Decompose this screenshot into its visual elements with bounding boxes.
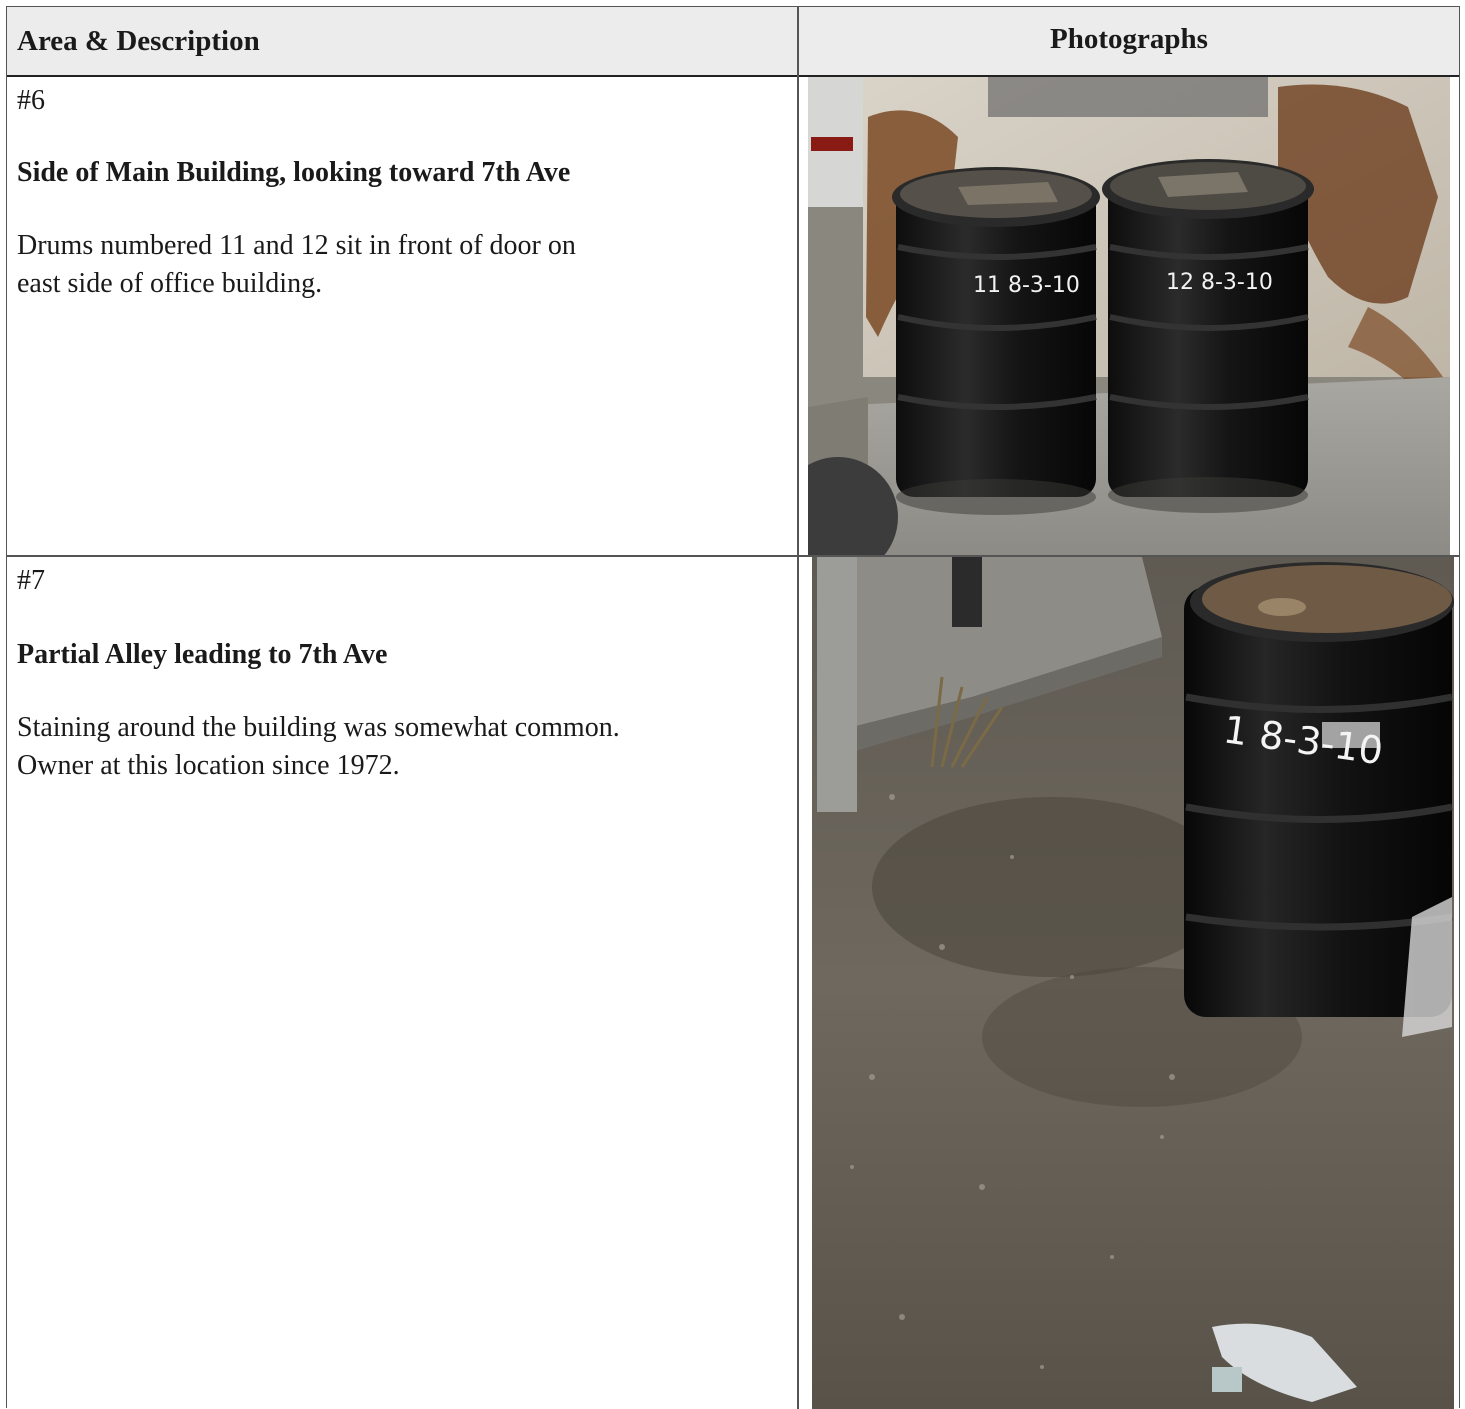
header-photographs: Photographs [1050,23,1208,55]
description-line: Owner at this location since 1972. [17,750,400,781]
row-title: Side of Main Building, looking toward 7t… [17,157,571,188]
header-area-description: Area & Description [17,25,260,57]
photo-drum-1-alley-image: 1 8-3-10 [812,557,1454,1409]
row-description: Drums numbered 11 and 12 sit in front of… [17,227,787,303]
photo-drum-1-alley: 1 8-3-10 [812,557,1454,1409]
photo-drums-11-12: 11 8-3-10 12 8-3-10 [808,77,1450,555]
description-line: Drums numbered 11 and 12 sit in front of… [17,230,576,261]
row-title: Partial Alley leading to 7th Ave [17,639,388,670]
row-number: #6 [17,85,45,116]
row-number: #7 [17,565,45,596]
drum-label-12: 12 8-3-10 [1166,270,1273,295]
photo-drums-11-12-image: 11 8-3-10 12 8-3-10 [808,77,1450,555]
drum-label-11: 11 8-3-10 [973,273,1080,298]
table-row: #6 Side of Main Building, looking toward… [7,77,797,555]
table-header: Area & Description Photographs [7,7,1459,77]
description-line: Staining around the building was somewha… [17,712,620,743]
column-divider [797,7,799,1409]
table-row: #7 Partial Alley leading to 7th Ave Stai… [7,557,797,1409]
row-description: Staining around the building was somewha… [17,709,787,785]
photo-log-table: Area & Description Photographs #6 Side o… [6,6,1460,1409]
description-line: east side of office building. [17,268,323,299]
